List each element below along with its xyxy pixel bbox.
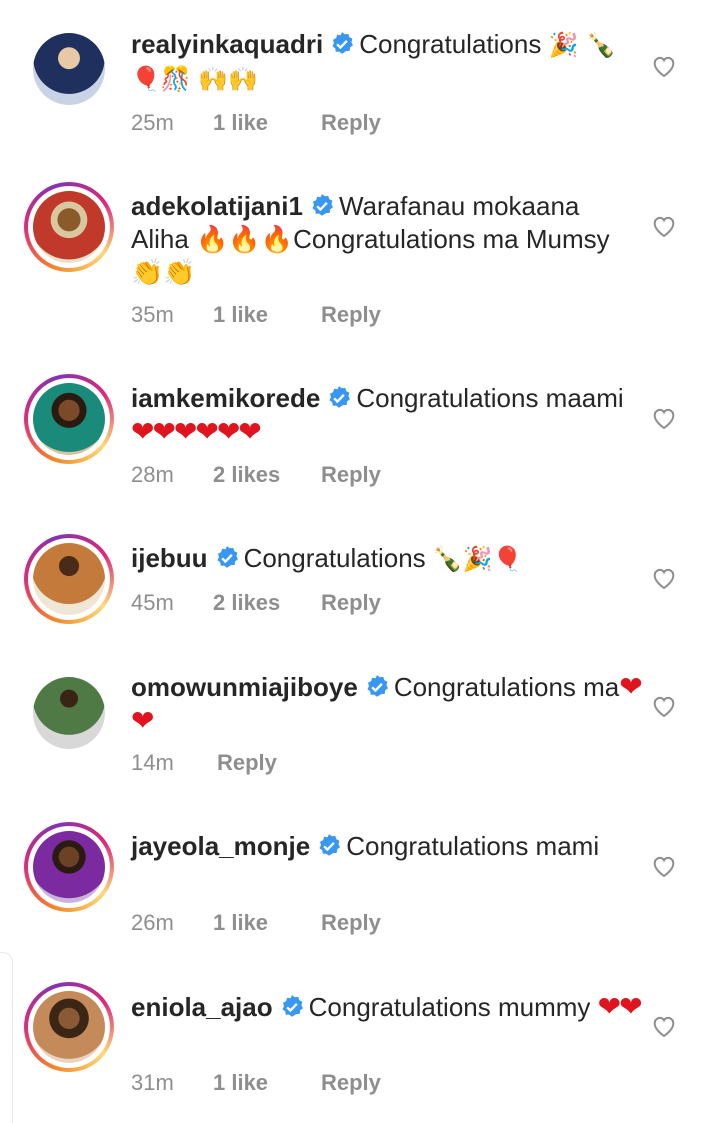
like-heart-icon[interactable] <box>650 852 678 880</box>
comment-username[interactable]: eniola_ajao <box>131 992 273 1022</box>
comment-emoji: ❤❤❤❤❤❤ <box>131 416 262 447</box>
comment-time: 31m <box>131 1070 174 1095</box>
avatar[interactable] <box>24 822 114 912</box>
comment-username[interactable]: realyinkaquadri <box>131 29 323 59</box>
comment-body: Congratulations maami <box>356 383 624 413</box>
comment-time: 25m <box>131 110 174 135</box>
avatar[interactable] <box>24 24 114 114</box>
avatar[interactable] <box>24 982 114 1072</box>
avatar[interactable] <box>24 668 114 758</box>
comment-username[interactable]: adekolatijani1 <box>131 191 303 221</box>
comment-username[interactable]: iamkemikorede <box>131 383 320 413</box>
reply-button[interactable]: Reply <box>321 588 381 618</box>
like-heart-icon[interactable] <box>650 212 678 240</box>
reply-button[interactable]: Reply <box>217 748 277 778</box>
comment-text: omowunmiajiboye Congratulations ma❤❤ <box>131 670 643 738</box>
reply-button[interactable]: Reply <box>321 300 381 330</box>
comment-likes[interactable]: 1 like <box>213 300 299 330</box>
reply-button[interactable]: Reply <box>321 460 381 490</box>
comment-body: Congratulations <box>359 29 542 59</box>
like-heart-icon[interactable] <box>650 692 678 720</box>
verified-badge-icon <box>282 995 303 1017</box>
reply-button[interactable]: Reply <box>321 908 381 938</box>
comment-meta: 35m 1 like Reply <box>131 300 381 330</box>
comment-emoji: 🍾🎉🎈 <box>432 545 523 573</box>
avatar[interactable] <box>24 182 114 272</box>
comment-meta: 31m 1 like Reply <box>131 1068 381 1098</box>
reply-button[interactable]: Reply <box>321 108 381 138</box>
comment-likes[interactable]: 2 likes <box>213 460 299 490</box>
avatar[interactable] <box>24 374 114 464</box>
panel-edge <box>0 952 13 1123</box>
comment-text: ijebuu Congratulations 🍾🎉🎈 <box>131 542 641 576</box>
verified-badge-icon <box>332 32 354 54</box>
comment-username[interactable]: ijebuu <box>131 543 208 573</box>
comment-likes[interactable]: 1 like <box>213 908 299 938</box>
comment-meta: 28m 2 likes Reply <box>131 460 381 490</box>
comment-time: 45m <box>131 590 174 615</box>
comment-username[interactable]: jayeola_monje <box>131 831 310 861</box>
verified-badge-icon <box>329 386 351 408</box>
comment-time: 28m <box>131 462 174 487</box>
comment-body: Congratulations <box>243 543 426 573</box>
comment-body: Congratulations mami <box>346 831 600 861</box>
verified-badge-icon <box>367 675 388 697</box>
comment-meta: 45m 2 likes Reply <box>131 588 381 618</box>
comment-likes[interactable]: 2 likes <box>213 588 299 618</box>
like-heart-icon[interactable] <box>650 404 678 432</box>
comment-likes[interactable]: 1 like <box>213 1068 299 1098</box>
comment-emoji: ❤❤ <box>597 991 643 1022</box>
verified-badge-icon <box>319 834 341 856</box>
comment-time: 14m <box>131 750 174 775</box>
comment-time: 35m <box>131 302 174 327</box>
comment-likes[interactable]: 1 like <box>213 108 299 138</box>
like-heart-icon[interactable] <box>650 1012 678 1040</box>
comment-body: Congratulations mummy <box>308 992 591 1022</box>
comment-username[interactable]: omowunmiajiboye <box>131 672 358 702</box>
comment-time: 26m <box>131 910 174 935</box>
verified-badge-icon <box>217 546 238 568</box>
comment-text: realyinkaquadri Congratulations 🎉 🍾🎈🎊 🙌🙌 <box>131 28 641 96</box>
reply-button[interactable]: Reply <box>321 1068 381 1098</box>
avatar[interactable] <box>24 534 114 624</box>
comment-body: Congratulations ma <box>393 672 620 702</box>
comment-meta: 25m 1 like Reply <box>131 108 381 138</box>
comment-text: jayeola_monje Congratulations mami <box>131 830 641 863</box>
comment-text: iamkemikorede Congratulations maami ❤❤❤❤❤… <box>131 382 641 449</box>
comment-text: adekolatijani1 Warafanau mokaana Aliha 🔥🔥… <box>131 190 641 289</box>
comment-meta: 26m 1 like Reply <box>131 908 381 938</box>
like-heart-icon[interactable] <box>650 564 678 592</box>
verified-badge-icon <box>312 194 333 216</box>
comment-meta: 14m Reply <box>131 748 277 778</box>
comment-text: eniola_ajao Congratulations mummy ❤❤ <box>131 990 643 1024</box>
like-heart-icon[interactable] <box>650 52 678 80</box>
